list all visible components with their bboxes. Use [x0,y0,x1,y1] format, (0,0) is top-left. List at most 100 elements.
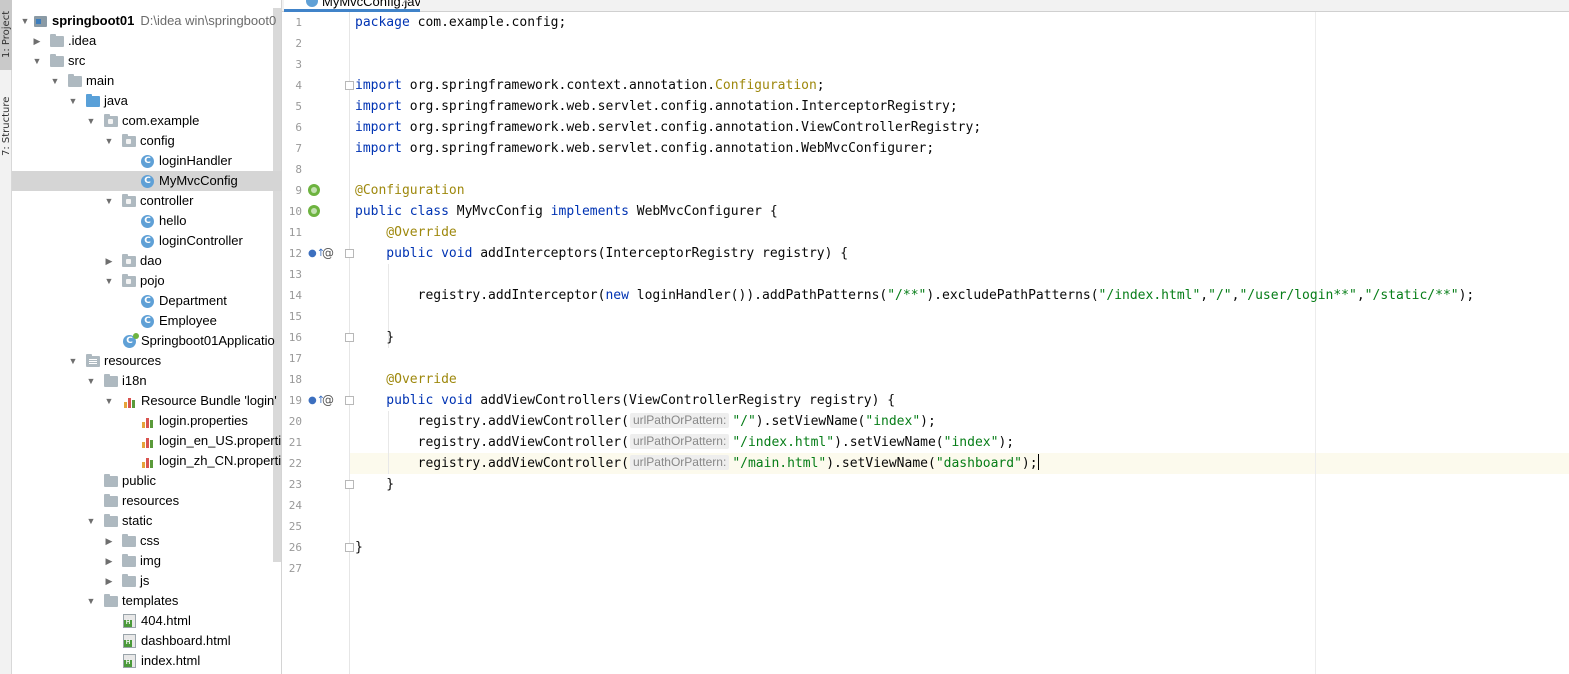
tree-item-hello[interactable]: C hello [12,211,274,231]
folder-icon [104,494,118,507]
line-number: 24 [288,499,302,512]
annotation-marker-icon[interactable]: @ [322,243,334,264]
tree-item-pojo[interactable]: ▼ pojo [12,271,274,291]
chevron-down-icon[interactable]: ▼ [86,591,96,611]
code-line-19: public void addViewControllers(ViewContr… [355,393,896,408]
tree-item-static[interactable]: ▼ static [12,511,274,531]
tree-item-dashboard-html[interactable]: dashboard.html [12,631,274,651]
tree-item-login-properties[interactable]: login.properties [12,411,274,431]
project-tool-tab[interactable]: 1: Project [0,0,12,70]
chevron-down-icon[interactable]: ▼ [104,271,114,291]
chevron-right-icon[interactable]: ▶ [104,551,114,571]
fold-marker[interactable] [345,396,354,405]
spring-bean-icon[interactable] [308,205,320,217]
tree-item-css[interactable]: ▶ css [12,531,274,551]
tree-item-employee[interactable]: C Employee [12,311,274,331]
line-number: 21 [288,436,302,449]
spring-bean-icon[interactable] [308,184,320,196]
module-icon [34,16,47,27]
tree-item-controller[interactable]: ▼ controller [12,191,274,211]
tree-item-dao[interactable]: ▶ dao [12,251,274,271]
tree-item-resources[interactable]: ▼ resources [12,351,274,371]
line-number: 5 [295,100,302,113]
tree-item-404-html[interactable]: 404.html [12,611,274,631]
code-editor[interactable]: 1 2 3 4 5 6 7 8 9 10 11 12 13 14 15 16 1… [282,12,1569,674]
chevron-down-icon[interactable]: ▼ [86,511,96,531]
line-number: 4 [295,79,302,92]
package-icon [122,274,136,287]
tree-item-com-example[interactable]: ▼ com.example [12,111,274,131]
fold-marker[interactable] [345,333,354,342]
chevron-down-icon[interactable]: ▼ [86,371,96,391]
tree-item-label: Resource Bundle 'login' [141,393,277,408]
editor-tab-mymvcconfig[interactable]: MyMvcConfig.java × [284,0,420,12]
right-margin-guide [1315,12,1316,674]
chevron-down-icon[interactable]: ▼ [104,391,114,411]
code-line-16: } [355,330,395,345]
tree-item-login-en-us[interactable]: login_en_US.propertie [12,431,281,451]
project-tree-scrollbar[interactable] [273,8,281,562]
code-line-22: registry.addViewController(urlPathOrPatt… [355,454,1039,471]
chevron-down-icon[interactable]: ▼ [68,91,78,111]
tree-item-label: img [140,553,161,568]
chevron-down-icon[interactable]: ▼ [68,351,78,371]
chevron-right-icon[interactable]: ▶ [104,531,114,551]
chevron-right-icon[interactable]: ▶ [104,251,114,271]
chevron-down-icon[interactable]: ▼ [32,51,42,71]
line-number: 25 [288,520,302,533]
tree-item-java[interactable]: ▼ java [12,91,274,111]
tree-item-index-html[interactable]: index.html [12,651,274,671]
line-number: 3 [295,58,302,71]
chevron-down-icon[interactable]: ▼ [104,131,114,151]
tree-item-idea[interactable]: ▶ .idea [12,31,274,51]
tree-item-label: resources [122,493,180,508]
chevron-down-icon[interactable]: ▼ [104,191,114,211]
chevron-down-icon[interactable]: ▼ [50,71,60,91]
tree-item-logincontroller[interactable]: C loginController [12,231,274,251]
line-number: 27 [288,562,302,575]
fold-marker[interactable] [345,249,354,258]
fold-marker[interactable] [345,480,354,489]
annotation-marker-icon[interactable]: @ [322,390,334,411]
close-icon[interactable]: × [401,0,410,7]
tree-item-templates[interactable]: ▼ templates [12,591,274,611]
chevron-right-icon[interactable]: ▶ [104,571,114,591]
code-line-18: @Override [355,372,457,387]
tree-item-label: dao [140,253,162,268]
line-number: 9 [295,184,302,197]
tree-item-label: js [140,573,150,588]
tree-item-login-zh-cn[interactable]: login_zh_CN.properti [12,451,281,471]
tree-item-js[interactable]: ▶ js [12,571,274,591]
tree-item-mymvcconfig[interactable]: C MyMvcConfig [12,171,281,191]
tree-item-main[interactable]: ▼ main [12,71,274,91]
chevron-right-icon[interactable]: ▶ [32,31,42,51]
structure-tool-tab[interactable]: 7: Structure [0,78,12,158]
tree-item-label: MyMvcConfig [159,173,238,188]
tree-item-i18n[interactable]: ▼ i18n [12,371,274,391]
package-icon [122,134,136,147]
tree-item-config[interactable]: ▼ config [12,131,274,151]
tree-item-label: Department [159,293,227,308]
properties-file-icon [141,415,154,428]
chevron-down-icon[interactable]: ▼ [86,111,96,131]
tree-item-resource-bundle[interactable]: ▼ Resource Bundle 'login' [12,391,277,411]
tree-item-department[interactable]: C Department [12,291,274,311]
editor-tab-strip: MyMvcConfig.java × [282,0,1569,12]
tree-item-img[interactable]: ▶ img [12,551,274,571]
tree-item-root[interactable]: ▼ springboot01 D:\idea win\springboot0 [12,11,277,31]
line-number: 23 [288,478,302,491]
spring-boot-class-icon: C [123,333,139,348]
tree-item-application[interactable]: C Springboot01Applicatio [12,331,275,351]
fold-marker[interactable] [345,81,354,90]
folder-icon [122,574,136,587]
project-tree-panel: ▼ springboot01 D:\idea win\springboot0 ▶ … [12,0,282,674]
fold-marker[interactable] [345,543,354,552]
tree-item-public[interactable]: public [12,471,274,491]
tree-item-resources-sub[interactable]: resources [12,491,274,511]
text-caret [1037,454,1039,470]
line-number: 16 [288,331,302,344]
chevron-down-icon[interactable]: ▼ [20,11,30,31]
tree-item-loginhandler[interactable]: C loginHandler [12,151,274,171]
tree-item-src[interactable]: ▼ src [12,51,274,71]
line-number: 6 [295,121,302,134]
